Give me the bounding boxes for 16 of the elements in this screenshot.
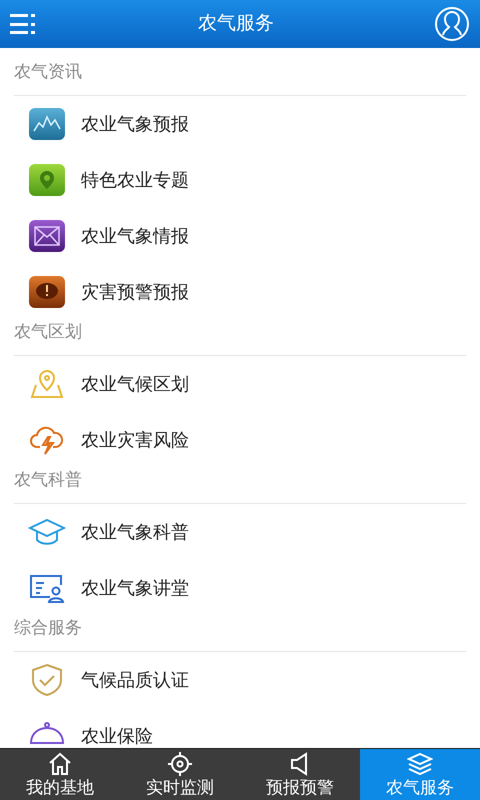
menu-item[interactable]: 特色农业专题 xyxy=(0,152,480,208)
menu-item[interactable]: 农业气象科普 xyxy=(0,504,480,560)
menu-item[interactable]: 农业保险 xyxy=(0,708,480,748)
menu-item[interactable]: 农业气候区划 xyxy=(0,356,480,412)
menu-item[interactable]: 农业灾害风险 xyxy=(0,412,480,468)
menu-item[interactable]: 灾害预警预报 xyxy=(0,264,480,320)
tab[interactable]: 农气服务 xyxy=(360,749,480,800)
section-heading: 农气科普 xyxy=(14,469,82,491)
menu-item[interactable]: 农业气象预报 xyxy=(0,96,480,152)
menu-item[interactable]: 农业气象情报 xyxy=(0,208,480,264)
section-heading: 综合服务 xyxy=(14,617,82,639)
section-heading: 农气资讯 xyxy=(14,61,82,83)
header-title: 农气服务 xyxy=(198,12,274,36)
section-heading: 农气区划 xyxy=(14,321,82,343)
menu-item[interactable]: 农业气象讲堂 xyxy=(0,560,480,616)
menu-item[interactable]: 气候品质认证 xyxy=(0,652,480,708)
